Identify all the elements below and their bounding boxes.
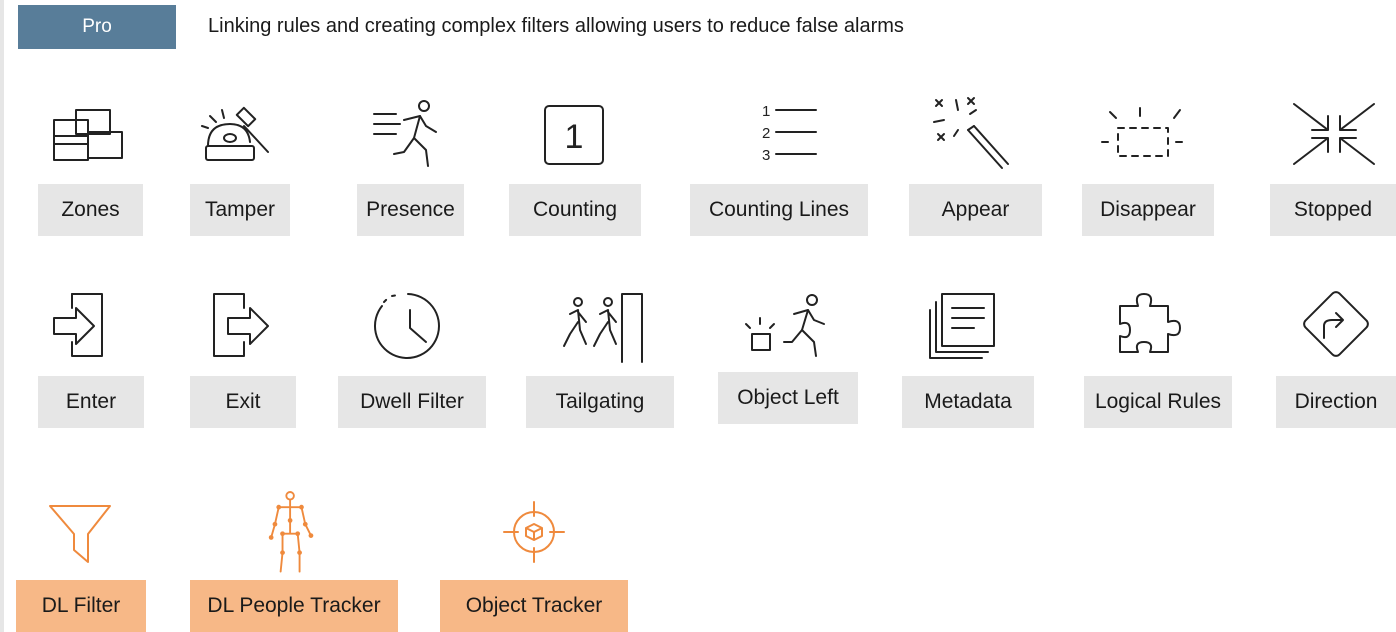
feature-dl-people-tracker-label: DL People Tracker bbox=[190, 580, 398, 632]
feature-logical-rules-label: Logical Rules bbox=[1084, 376, 1232, 428]
enter-icon bbox=[42, 288, 142, 360]
feature-object-left-label: Object Left bbox=[718, 372, 858, 424]
feature-metadata-label: Metadata bbox=[902, 376, 1034, 428]
feature-zones-label: Zones bbox=[38, 184, 143, 236]
counting-icon: 1 bbox=[525, 98, 625, 170]
puzzle-icon bbox=[1100, 290, 1200, 362]
counting-lines-number-3: 3 bbox=[762, 147, 770, 164]
dashed-box-icon bbox=[1092, 98, 1192, 170]
counting-lines-icon: 1 2 3 bbox=[728, 98, 828, 170]
feature-tailgating-label: Tailgating bbox=[526, 376, 674, 428]
clock-icon bbox=[362, 290, 462, 362]
exit-icon bbox=[192, 288, 292, 360]
feature-counting-label: Counting bbox=[509, 184, 641, 236]
direction-sign-icon bbox=[1286, 288, 1386, 360]
magic-wand-icon bbox=[920, 96, 1020, 169]
skeleton-icon bbox=[242, 491, 342, 573]
pro-description: Linking rules and creating complex filte… bbox=[208, 15, 904, 37]
feature-appear-label: Appear bbox=[909, 184, 1042, 236]
counting-digit: 1 bbox=[565, 118, 584, 156]
object-left-icon bbox=[740, 290, 840, 362]
feature-dwell-filter-label: Dwell Filter bbox=[338, 376, 486, 428]
feature-exit-label: Exit bbox=[190, 376, 296, 428]
counting-lines-number-2: 2 bbox=[762, 125, 770, 142]
presence-icon bbox=[360, 96, 460, 168]
pro-badge: Pro bbox=[18, 5, 176, 49]
feature-presence-label: Presence bbox=[357, 184, 464, 236]
feature-direction-label: Direction bbox=[1276, 376, 1396, 428]
zones-icon bbox=[40, 100, 140, 172]
feature-object-tracker-label: Object Tracker bbox=[440, 580, 628, 632]
crosshair-cube-icon bbox=[484, 494, 584, 566]
feature-counting-lines-label: Counting Lines bbox=[690, 184, 868, 236]
feature-stopped-label: Stopped bbox=[1270, 184, 1396, 236]
metadata-icon bbox=[918, 290, 1018, 362]
feature-dl-filter-label: DL Filter bbox=[16, 580, 146, 632]
feature-enter-label: Enter bbox=[38, 376, 144, 428]
feature-disappear-label: Disappear bbox=[1082, 184, 1214, 236]
left-edge-rule bbox=[0, 0, 4, 632]
funnel-icon bbox=[32, 494, 132, 566]
tamper-icon bbox=[188, 98, 288, 170]
feature-tamper-label: Tamper bbox=[190, 184, 290, 236]
converging-arrows-icon bbox=[1284, 98, 1384, 170]
counting-lines-number-1: 1 bbox=[762, 103, 770, 120]
tailgating-icon bbox=[552, 290, 652, 363]
